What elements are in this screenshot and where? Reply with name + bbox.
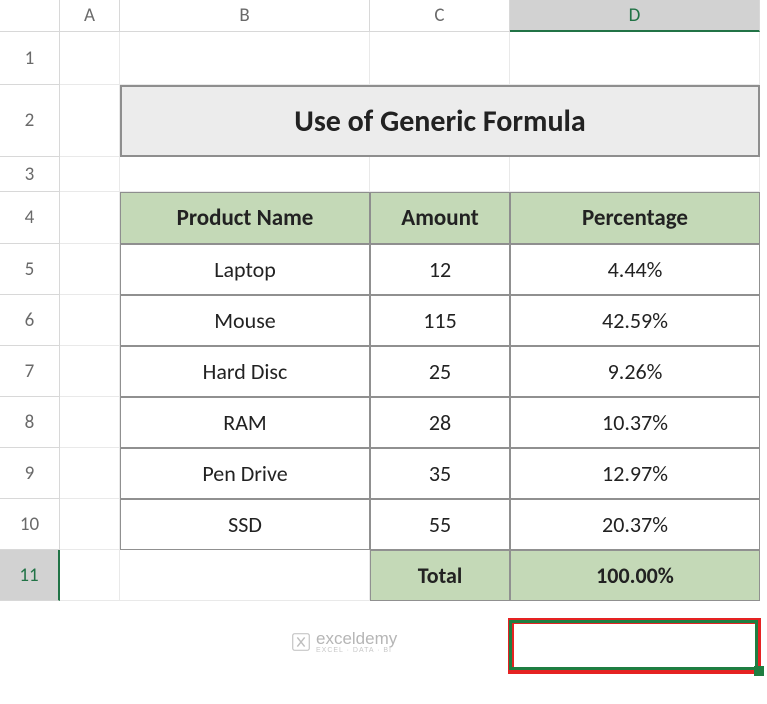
cell-amount-5[interactable]: 55 <box>370 499 510 550</box>
col-header-C[interactable]: C <box>370 0 510 32</box>
cell-A3[interactable] <box>60 157 120 192</box>
row-header-6[interactable]: 6 <box>0 295 60 346</box>
cell-product-5[interactable]: SSD <box>120 499 370 550</box>
row-header-2[interactable]: 2 <box>0 85 60 157</box>
cell-amount-1[interactable]: 115 <box>370 295 510 346</box>
annotation-highlight <box>508 618 761 674</box>
cell-amount-3[interactable]: 28 <box>370 397 510 448</box>
header-product[interactable]: Product Name <box>120 192 370 244</box>
header-amount[interactable]: Amount <box>370 192 510 244</box>
col-header-D[interactable]: D <box>510 0 760 32</box>
cell-A7[interactable] <box>60 346 120 397</box>
cell-percentage-1[interactable]: 42.59% <box>510 295 760 346</box>
cell-B11[interactable] <box>120 550 370 601</box>
col-header-B[interactable]: B <box>120 0 370 32</box>
active-cell-selection <box>509 620 758 670</box>
cell-C3[interactable] <box>370 157 510 192</box>
cell-A8[interactable] <box>60 397 120 448</box>
cell-A10[interactable] <box>60 499 120 550</box>
cell-percentage-4[interactable]: 12.97% <box>510 448 760 499</box>
row-header-11[interactable]: 11 <box>0 550 60 601</box>
cell-B3[interactable] <box>120 157 370 192</box>
cell-product-0[interactable]: Laptop <box>120 244 370 295</box>
cell-percentage-0[interactable]: 4.44% <box>510 244 760 295</box>
cell-percentage-3[interactable]: 10.37% <box>510 397 760 448</box>
row-header-7[interactable]: 7 <box>0 346 60 397</box>
col-header-A[interactable]: A <box>60 0 120 32</box>
total-value[interactable]: 100.00% <box>510 550 760 601</box>
cell-A11[interactable] <box>60 550 120 601</box>
cell-A5[interactable] <box>60 244 120 295</box>
fill-handle[interactable] <box>754 666 764 676</box>
select-all-corner[interactable] <box>0 0 60 32</box>
cell-B1[interactable] <box>120 32 370 85</box>
cell-product-2[interactable]: Hard Disc <box>120 346 370 397</box>
row-header-5[interactable]: 5 <box>0 244 60 295</box>
cell-product-4[interactable]: Pen Drive <box>120 448 370 499</box>
row-header-8[interactable]: 8 <box>0 397 60 448</box>
row-header-9[interactable]: 9 <box>0 448 60 499</box>
watermark-name: exceldemy <box>316 629 397 649</box>
cell-amount-2[interactable]: 25 <box>370 346 510 397</box>
cell-percentage-5[interactable]: 20.37% <box>510 499 760 550</box>
row-header-1[interactable]: 1 <box>0 32 60 85</box>
row-header-4[interactable]: 4 <box>0 192 60 244</box>
cell-D3[interactable] <box>510 157 760 192</box>
row-header-10[interactable]: 10 <box>0 499 60 550</box>
watermark-sub: EXCEL · DATA · BI <box>316 647 397 654</box>
cell-product-1[interactable]: Mouse <box>120 295 370 346</box>
watermark: exceldemy EXCEL · DATA · BI <box>290 629 397 654</box>
total-label[interactable]: Total <box>370 550 510 601</box>
cell-A9[interactable] <box>60 448 120 499</box>
cell-amount-4[interactable]: 35 <box>370 448 510 499</box>
cell-A1[interactable] <box>60 32 120 85</box>
cell-A6[interactable] <box>60 295 120 346</box>
cell-A4[interactable] <box>60 192 120 244</box>
title-cell[interactable]: Use of Generic Formula <box>120 85 760 157</box>
header-percentage[interactable]: Percentage <box>510 192 760 244</box>
row-header-3[interactable]: 3 <box>0 157 60 192</box>
cell-D1[interactable] <box>510 32 760 85</box>
spreadsheet-grid[interactable]: A B C D 1 2 3 4 5 6 7 8 9 10 11 Use of G… <box>0 0 767 601</box>
cell-A2[interactable] <box>60 85 120 157</box>
cell-product-3[interactable]: RAM <box>120 397 370 448</box>
cell-percentage-2[interactable]: 9.26% <box>510 346 760 397</box>
cell-C1[interactable] <box>370 32 510 85</box>
excel-icon <box>290 631 312 653</box>
cell-amount-0[interactable]: 12 <box>370 244 510 295</box>
